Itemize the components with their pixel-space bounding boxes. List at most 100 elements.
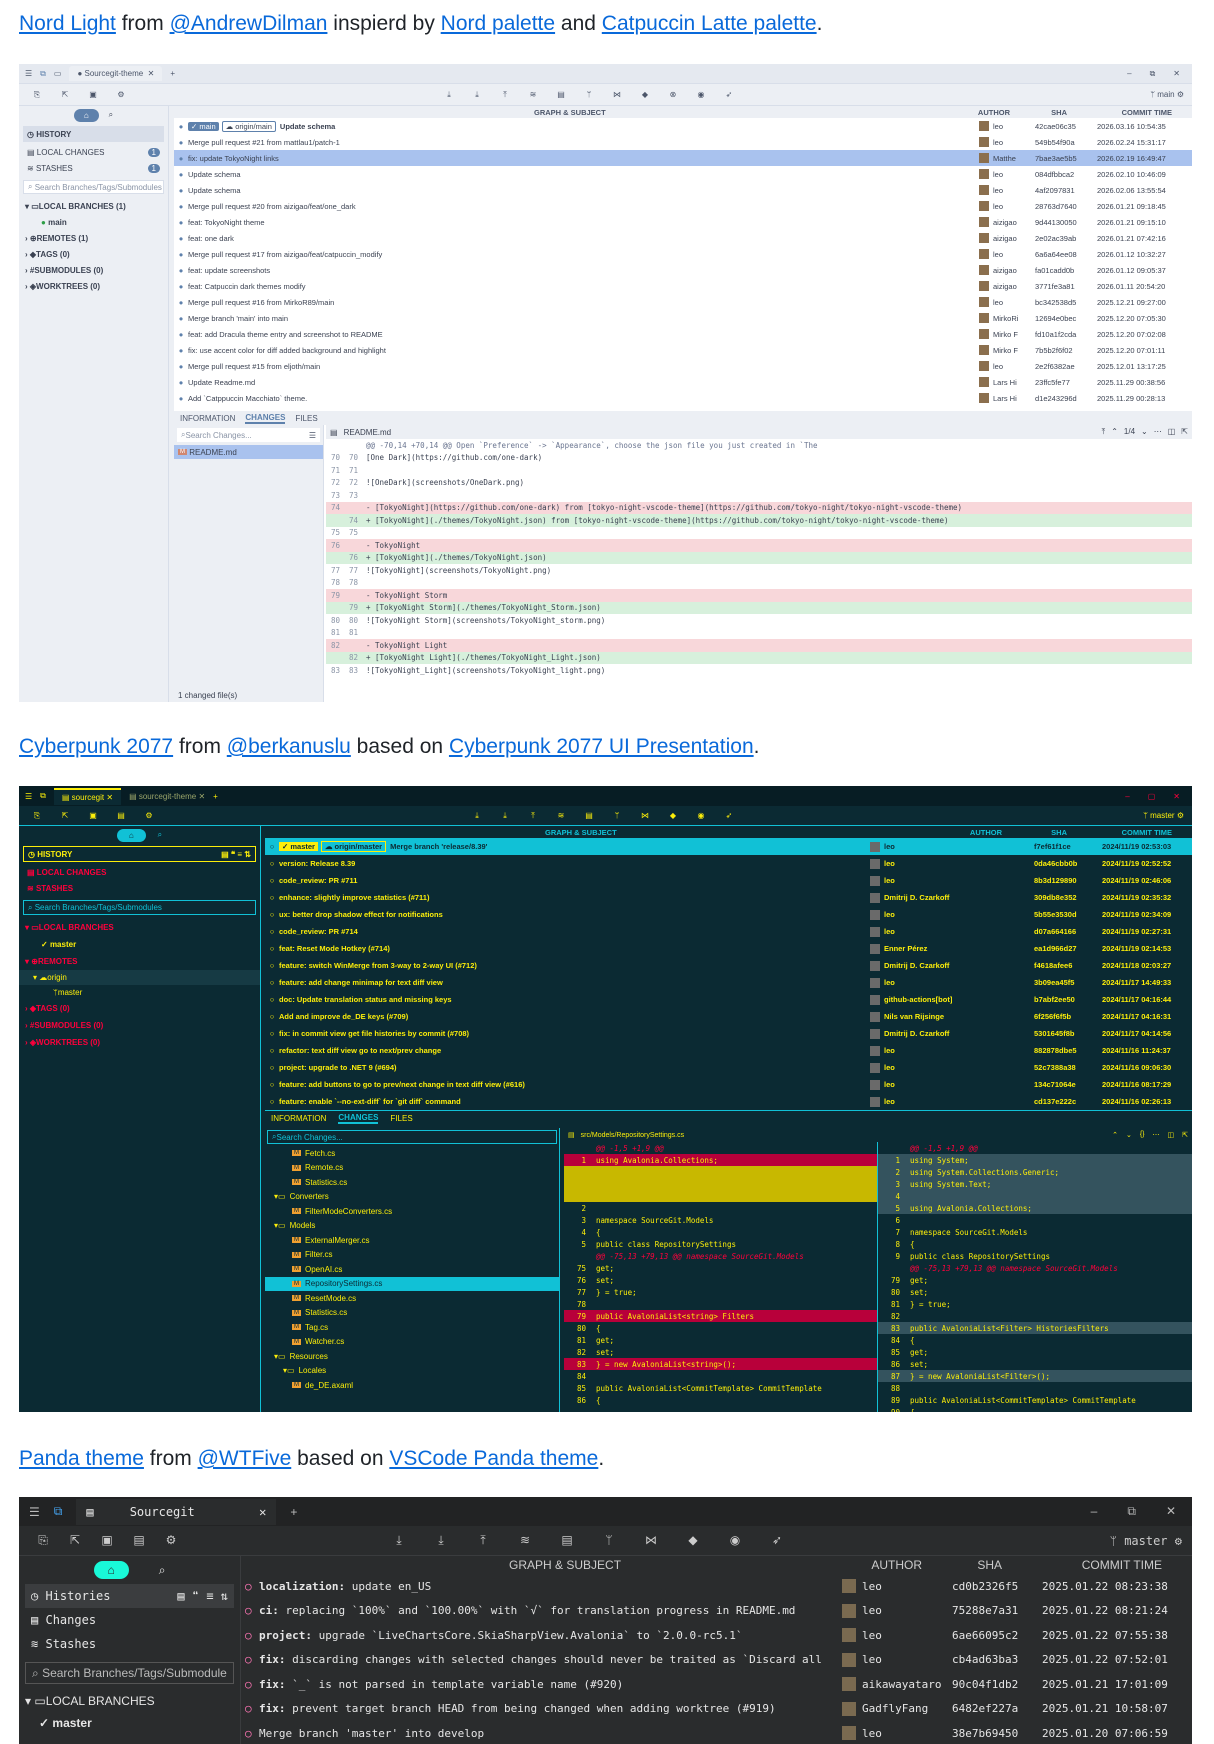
add-tab-icon[interactable]: + (290, 1505, 297, 1519)
changes-search[interactable]: ⌕ Search Changes... ☰ (177, 428, 320, 442)
tree-item[interactable]: ▾▭ Resources (265, 1349, 559, 1364)
tree-item[interactable]: M FilterModeConverters.cs (265, 1204, 559, 1219)
flow-icon[interactable]: ◉ (687, 90, 715, 100)
minimize-icon[interactable]: – (1091, 1504, 1098, 1519)
commit-row[interactable]: ● Merge pull request #20 from aizigao/fea… (174, 198, 1192, 214)
stash-icon[interactable]: ≋ (511, 1533, 539, 1548)
commit-row[interactable]: ○ feature: enable `--no-ext-diff` for `gi… (265, 1093, 1192, 1110)
merge-icon[interactable]: ⋈ (631, 811, 659, 821)
ignore-ws-icon[interactable]: ⋯ (1153, 1131, 1160, 1139)
commit-row[interactable]: ● Update Readme.md Lars Hi 23ffc5fe77 2025.1… (174, 374, 1192, 390)
local-branches-header[interactable]: ▾ ▭ LOCAL BRANCHES (19, 919, 260, 936)
search-icon[interactable]: ⌕ (109, 110, 113, 120)
commit-row[interactable]: ● feat: add Dracula theme entry and scree… (174, 326, 1192, 342)
fetch-icon[interactable]: ⤓ (385, 1533, 413, 1548)
menu-icon[interactable]: ☰ (29, 1505, 40, 1519)
settings-icon[interactable]: ⚙ (107, 90, 135, 100)
changed-file[interactable]: M README.md (174, 445, 323, 459)
commit-row[interactable]: ○ fix: `_` is not parsed in template vari… (245, 1672, 1192, 1696)
home-button[interactable]: ⌂ (93, 1561, 129, 1579)
tab-changes[interactable]: CHANGES (338, 1113, 379, 1124)
current-branch[interactable]: ᛘ master ⚙ (1110, 1534, 1192, 1548)
commit-row[interactable]: ○ doc: Update translation status and miss… (265, 991, 1192, 1008)
restore-icon[interactable]: ▢ (1148, 792, 1156, 801)
commit-row[interactable]: ○ code_review: PR #711 leo 8b3d129890 2024/1… (265, 872, 1192, 889)
side-by-side-icon[interactable]: ◫ (1168, 1131, 1175, 1139)
windows-icon[interactable]: ⧉ (40, 69, 46, 78)
tree-item[interactable]: M Filter.cs (265, 1248, 559, 1263)
commit-row[interactable]: ● Merge pull request #15 from eljoth/main… (174, 358, 1192, 374)
terminal-icon[interactable]: ▣ (79, 811, 107, 821)
collapse-icon[interactable]: ⤒ (1102, 427, 1106, 437)
stash-icon[interactable]: ≋ (519, 90, 547, 100)
tree-item[interactable]: ▾▭ Converters (265, 1190, 559, 1205)
commit-row[interactable]: ○ feature: add change minimap for text di… (265, 974, 1192, 991)
sidebar-item-stashes[interactable]: ≋ STASHES 1 (23, 160, 164, 176)
settings-icon[interactable]: ⚙ (135, 811, 163, 821)
pull-icon[interactable]: ⤓ (427, 1533, 455, 1548)
tree-item[interactable]: M Remote.cs (265, 1161, 559, 1176)
tree-item[interactable]: ▾▭ Locales (265, 1364, 559, 1379)
tags-header[interactable]: › ◆ TAGS (0) (19, 1000, 260, 1017)
commit-row[interactable]: ● Merge pull request #16 from MirkoR89/ma… (174, 294, 1192, 310)
minimize-icon[interactable]: – (1125, 792, 1129, 801)
commit-row[interactable]: ● Merge pull request #17 from aizigao/fea… (174, 246, 1192, 262)
worktrees-header[interactable]: › ◈ WORKTREES (0) (19, 1034, 260, 1051)
terminal-icon[interactable]: ▣ (93, 1533, 121, 1548)
home-button[interactable]: ⌂ (73, 108, 99, 122)
tag-icon[interactable]: ◆ (679, 1533, 707, 1548)
tag-icon[interactable]: ◆ (659, 811, 687, 821)
branch-search[interactable]: ⌕ Search Branches/Tags/Submodules (23, 180, 164, 194)
commit-row[interactable]: ● fix: use accent color for diff added ba… (174, 342, 1192, 358)
tab-sourcegit[interactable]: ▤ sourcegit ✕ (53, 787, 122, 805)
commit-row[interactable]: ○ enhance: slightly improve statistics (#… (265, 889, 1192, 906)
apply-icon[interactable]: ▤ (547, 90, 575, 100)
commit-row[interactable]: ○ Add and improve de_DE keys (#709) Nils v… (265, 1008, 1192, 1025)
author-link[interactable]: @AndrewDilman (170, 12, 328, 35)
author-link[interactable]: @WTFive (198, 1447, 292, 1470)
stash-icon[interactable]: ≋ (547, 811, 575, 821)
source-link[interactable]: Cyberpunk 2077 UI Presentation (449, 735, 754, 758)
remotes-header[interactable]: ▾ ⊕ REMOTES (19, 953, 260, 970)
add-tab-icon[interactable]: + (213, 792, 218, 801)
commit-row[interactable]: ● feat: one dark aizigao 2e02ac39ab 2026.01.… (174, 230, 1192, 246)
tree-item[interactable]: ▾▭ Models (265, 1219, 559, 1234)
tree-item[interactable]: M Statistics.cs (265, 1175, 559, 1190)
open-external-icon[interactable]: ⇱ (1181, 427, 1188, 437)
commit-row[interactable]: ● feat: Catpuccin dark themes modify aizig… (174, 278, 1192, 294)
sidebar-item-history[interactable]: ◷ HISTORY ▤ ❝ ≡ ⇅ (23, 846, 256, 862)
tab-files[interactable]: FILES (295, 414, 317, 423)
commit-row[interactable]: ○ ci: replacing `100%` and `100.00%` with… (245, 1599, 1192, 1623)
open-external-icon[interactable]: ⇱ (1182, 1131, 1188, 1139)
submodules-header[interactable]: › # SUBMODULES (0) (19, 1017, 260, 1034)
external-icon[interactable]: ⇱ (51, 811, 79, 821)
tab-information[interactable]: INFORMATION (180, 414, 235, 423)
filter-icon[interactable]: ⊗ (659, 90, 687, 100)
commit-row[interactable]: ● feat: TokyoNight theme aizigao 9d44130050… (174, 214, 1192, 230)
view-mode-icon[interactable]: ☰ (309, 431, 316, 440)
tab-sourcegit[interactable]: ▤ Sourcegit ✕ (76, 1498, 277, 1525)
commit-row[interactable]: ● Merge pull request #21 from mattlau1/pa… (174, 134, 1192, 150)
source-link[interactable]: VSCode Panda theme (389, 1447, 598, 1470)
open-folder-icon[interactable]: ⎘ (29, 1533, 57, 1548)
current-branch[interactable]: ᛘ master ⚙ (1143, 811, 1192, 820)
external-icon[interactable]: ⇱ (61, 1533, 89, 1548)
commit-row[interactable]: ○ project: upgrade to .NET 9 (#694) leo 52c… (265, 1059, 1192, 1076)
commit-row[interactable]: ○ fix: in commit view get file histories … (265, 1025, 1192, 1042)
commit-row[interactable]: ○ feature: add buttons to go to prev/next… (265, 1076, 1192, 1093)
sidebar-item-local-changes[interactable]: ▤ LOCAL CHANGES 1 (23, 144, 164, 160)
tab-repo[interactable]: ● Sourcegit-theme ✕ (69, 66, 163, 81)
tree-item[interactable]: M Tag.cs (265, 1320, 559, 1335)
push-icon[interactable]: ⤒ (491, 90, 519, 100)
branch-search[interactable]: ⌕ Search Branches/Tags/Submodules (23, 900, 256, 915)
branch-icon[interactable]: ᛘ (603, 811, 631, 821)
tag-icon[interactable]: ◆ (631, 90, 659, 100)
tab-icon[interactable]: ▭ (54, 69, 62, 78)
tags-header[interactable]: › ◆ TAGS (0) (19, 246, 168, 262)
worktrees-header[interactable]: › ◈ WORKTREES (0) (19, 278, 168, 294)
close-icon[interactable]: ✕ (1173, 792, 1180, 801)
commit-row[interactable]: ○ project: upgrade `LiveChartsCore.SkiaSh… (245, 1623, 1192, 1647)
settings-icon[interactable]: ⚙ (157, 1533, 185, 1548)
branch-icon[interactable]: ᛘ (595, 1533, 623, 1548)
close-tab-icon[interactable]: ✕ (259, 1505, 266, 1519)
